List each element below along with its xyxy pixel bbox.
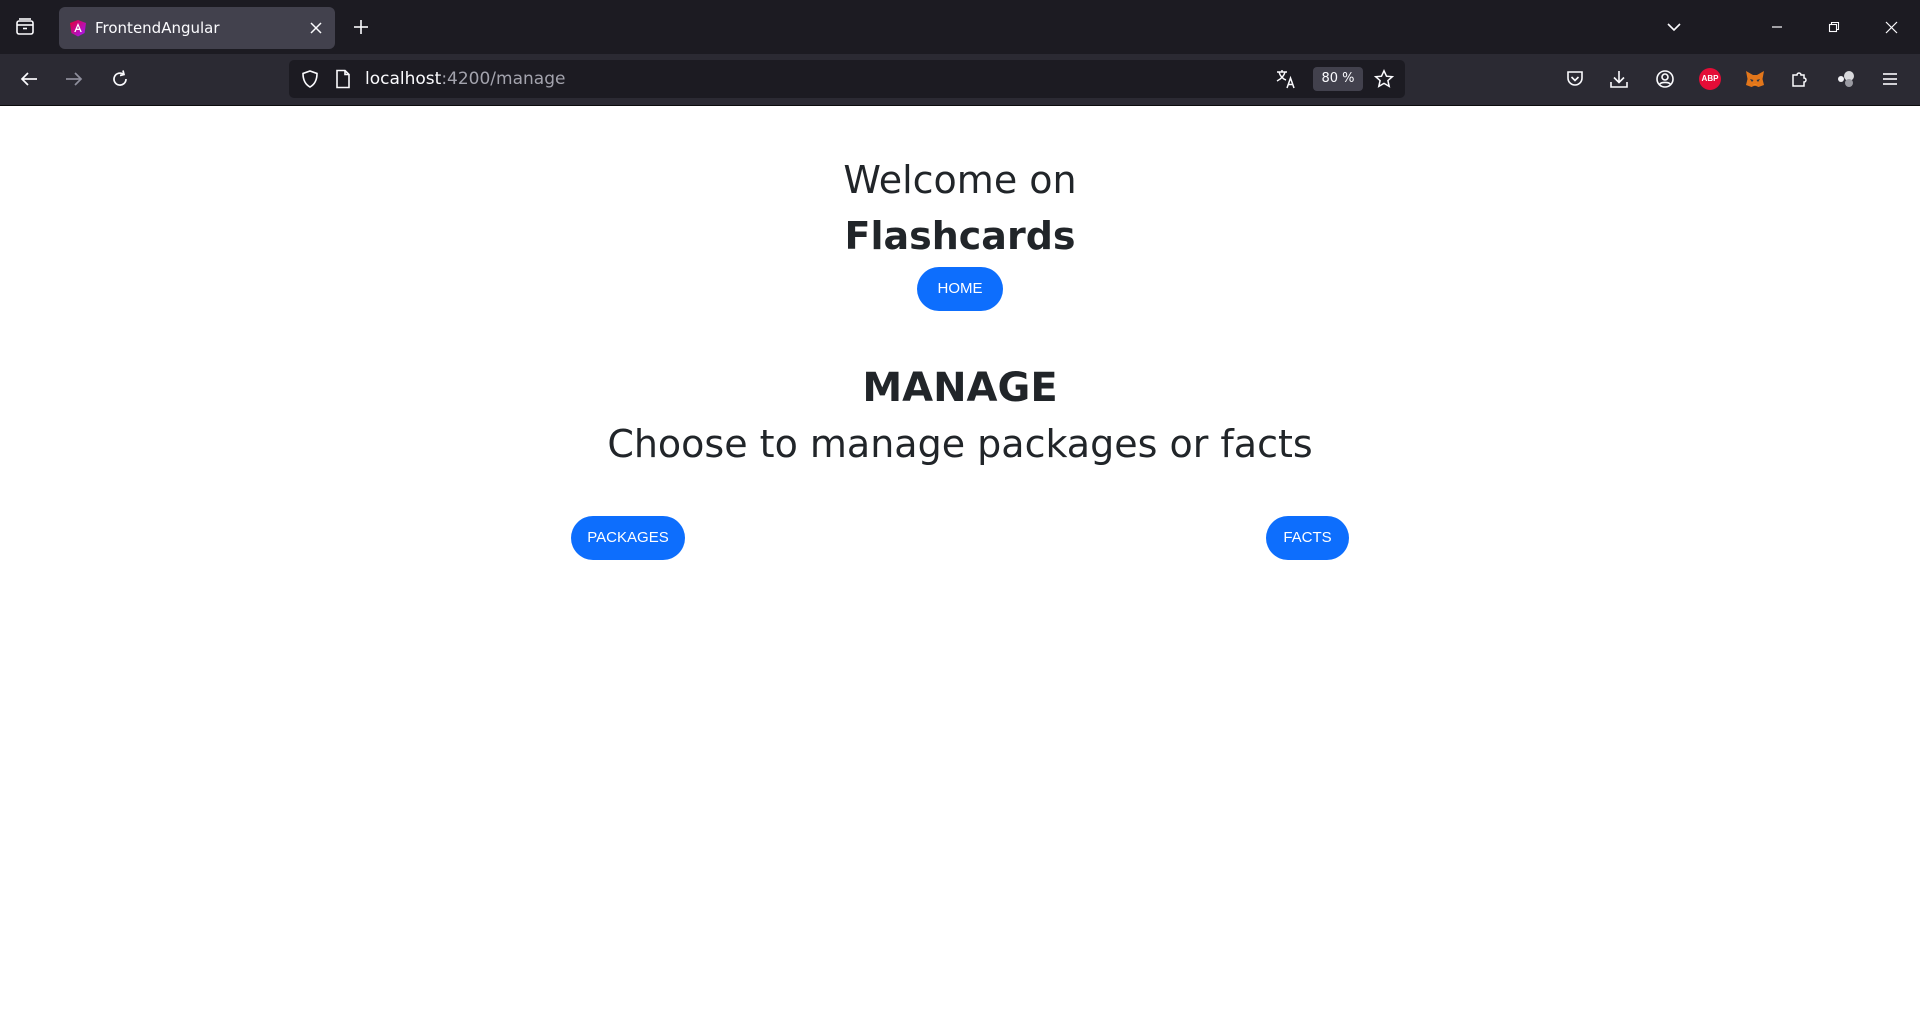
welcome-heading: Welcome on	[843, 158, 1077, 202]
arrow-left-icon	[20, 72, 37, 86]
tracking-protection-button[interactable]	[299, 68, 321, 90]
adblock-extension-button[interactable]: ABP	[1693, 62, 1727, 96]
list-all-tabs-button[interactable]	[1657, 10, 1691, 44]
minimize-icon	[1772, 26, 1782, 28]
packages-button[interactable]: PACKAGES	[571, 516, 685, 560]
home-button[interactable]: HOME	[917, 267, 1003, 311]
page-title: MANAGE	[862, 365, 1058, 411]
tab-strip: FrontendAngular	[0, 0, 1920, 54]
restore-button[interactable]	[1817, 10, 1851, 44]
tab-title: FrontendAngular	[95, 19, 220, 37]
page-icon	[336, 69, 350, 89]
translate-icon	[1276, 70, 1295, 89]
back-button[interactable]	[12, 62, 46, 96]
downloads-button[interactable]	[1602, 62, 1636, 96]
new-tab-button[interactable]	[344, 10, 378, 44]
restore-icon	[1828, 21, 1840, 33]
facts-button[interactable]: FACTS	[1266, 516, 1349, 560]
navigation-toolbar: localhost:4200/manage 80 % ABP	[0, 54, 1920, 106]
url-bar[interactable]: localhost:4200/manage 80 %	[289, 60, 1405, 98]
firefox-view-button[interactable]	[8, 10, 42, 44]
adblock-icon: ABP	[1699, 68, 1721, 90]
close-icon	[1885, 21, 1897, 33]
page-content: Welcome on Flashcards HOME MANAGE Choose…	[0, 106, 1920, 1019]
brand-title: Flashcards	[844, 214, 1076, 258]
bookmark-button[interactable]	[1373, 68, 1395, 90]
plus-icon	[354, 20, 368, 34]
account-icon	[1656, 70, 1674, 88]
metamask-extension-button[interactable]	[1738, 62, 1772, 96]
extension-button[interactable]	[1828, 62, 1862, 96]
download-icon	[1610, 71, 1628, 88]
url-host: localhost	[365, 69, 442, 89]
metamask-fox-icon	[1746, 71, 1764, 87]
arrow-right-icon	[66, 72, 83, 86]
reload-button[interactable]	[103, 62, 137, 96]
account-button[interactable]	[1648, 62, 1682, 96]
shield-icon	[302, 70, 318, 88]
zoom-level-button[interactable]: 80 %	[1313, 67, 1363, 91]
forward-button[interactable]	[57, 62, 91, 96]
reload-icon	[113, 70, 127, 86]
pocket-icon	[1567, 71, 1583, 86]
tab-close-button[interactable]	[305, 17, 327, 39]
hamburger-menu-icon	[1883, 73, 1897, 85]
angular-icon	[70, 20, 86, 37]
minimize-button[interactable]	[1760, 10, 1794, 44]
url-path: :4200/manage	[441, 69, 566, 89]
close-icon	[310, 22, 322, 34]
page-info-button[interactable]	[332, 68, 354, 90]
chevron-down-icon	[1667, 23, 1681, 32]
tab-active[interactable]: FrontendAngular	[59, 7, 335, 49]
page-subtitle: Choose to manage packages or facts	[607, 422, 1313, 466]
puzzle-icon	[1792, 72, 1807, 87]
app-menu-button[interactable]	[1873, 62, 1907, 96]
translate-button[interactable]	[1275, 68, 1297, 90]
extension-spheres-icon	[1838, 71, 1854, 87]
pocket-button[interactable]	[1558, 62, 1592, 96]
firefox-view-icon	[16, 18, 34, 35]
close-window-button[interactable]	[1874, 10, 1908, 44]
extensions-button[interactable]	[1783, 62, 1817, 96]
url-text[interactable]: localhost:4200/manage	[365, 69, 565, 89]
star-icon	[1374, 69, 1394, 88]
